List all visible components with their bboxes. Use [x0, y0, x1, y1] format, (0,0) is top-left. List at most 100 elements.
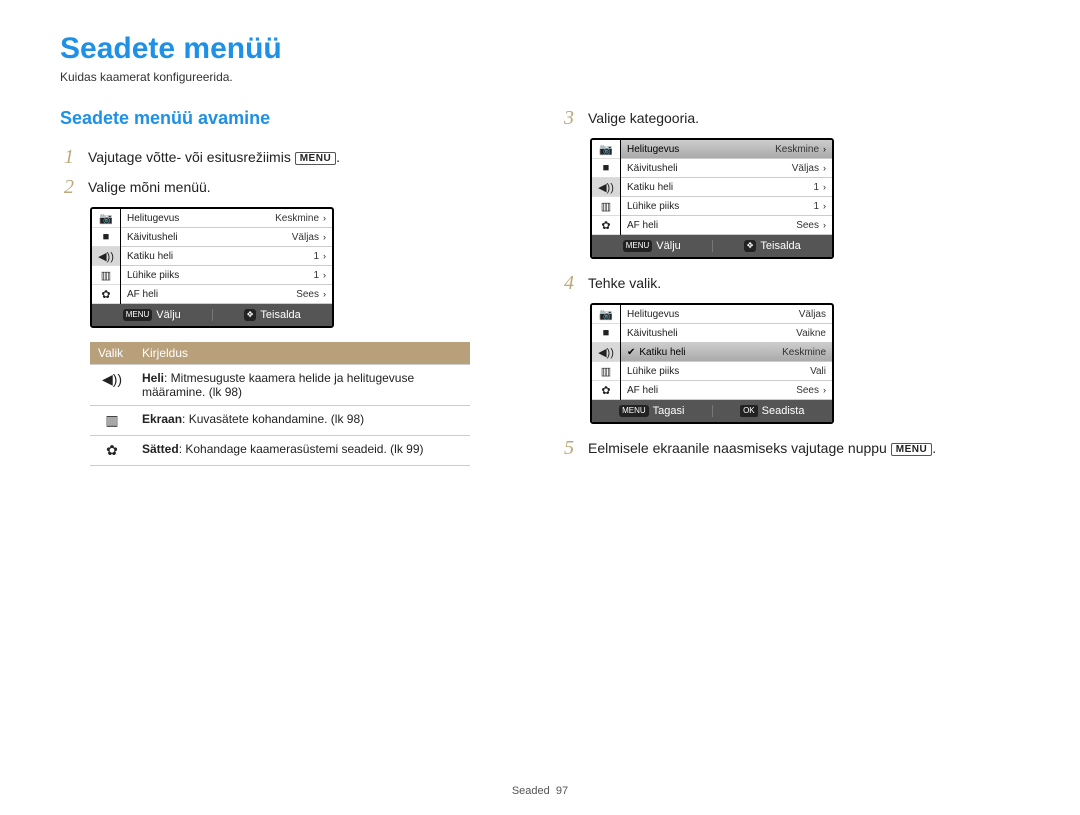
cam-list: HelitugevusKeskmine›KäivitusheliVäljas›K… — [621, 140, 832, 235]
cam-row-label: Lühike piiks — [627, 366, 810, 377]
page: Seadete menüü Kuidas kaamerat konfiguree… — [0, 0, 1080, 815]
col-header-desc: Kirjeldus — [134, 342, 470, 365]
gear-icon: ✿ — [92, 285, 120, 304]
cam-row-label: Helitugevus — [627, 309, 799, 320]
menu-button-icon: MENU — [891, 443, 932, 456]
step-number: 3 — [560, 108, 578, 128]
cam-menu-row: HelitugevusVäljas — [621, 305, 832, 324]
nav-pill: ✥ — [244, 309, 257, 321]
cam-row-label: Lühike piiks — [127, 270, 313, 281]
screen-icon: ▥ — [592, 362, 620, 381]
cam-row-label: Helitugevus — [627, 144, 775, 155]
video-icon: ■ — [92, 228, 120, 247]
cam-row-value: Keskmine — [775, 144, 819, 155]
chevron-right-icon: › — [823, 163, 826, 173]
option-icon: ▥ — [90, 406, 134, 436]
columns: Seadete menüü avamine 1 Vajutage võtte- … — [60, 108, 1020, 468]
cam-row-label: Katiku heli — [127, 251, 313, 262]
sound-icon: ◀)) — [592, 343, 620, 362]
step-2: 2 Valige mõni menüü. — [60, 177, 520, 197]
chevron-right-icon: › — [323, 232, 326, 242]
menu-pill: MENU — [123, 309, 153, 321]
cam-menu-row: Lühike piiks1› — [621, 197, 832, 216]
gear-icon: ✿ — [592, 381, 620, 400]
option-icon: ◀)) — [90, 365, 134, 406]
cam-menu-row: Lühike piiksVali — [621, 362, 832, 381]
option-desc: Heli: Mitmesuguste kaamera helide ja hel… — [134, 365, 470, 406]
video-icon: ■ — [592, 324, 620, 343]
chevron-right-icon: › — [823, 220, 826, 230]
table-row: ▥Ekraan: Kuvasätete kohandamine. (lk 98) — [90, 406, 470, 436]
cam-row-label: AF heli — [627, 220, 796, 231]
cam-row-label: AF heli — [627, 385, 796, 396]
step-1: 1 Vajutage võtte- või esitusrežiimis MEN… — [60, 147, 520, 167]
chevron-right-icon: › — [323, 270, 326, 280]
cam-list: HelitugevusVäljasKäivitusheliVaikne✔Kati… — [621, 305, 832, 400]
cam-menu-row: ✔ Katiku heliKeskmine — [621, 343, 832, 362]
option-icon: ✿ — [90, 436, 134, 466]
col-header-option: Valik — [90, 342, 134, 365]
cam-row-value: Keskmine — [782, 347, 826, 358]
cam-footer-bar: MENUTagasi OKSeadista — [592, 400, 832, 422]
cam-row-label: Käivitusheli — [127, 232, 292, 243]
menu-pill: MENU — [623, 240, 653, 252]
screen-icon: ▥ — [92, 266, 120, 285]
nav-pill: ✥ — [744, 240, 757, 252]
cam-row-label: AF heli — [127, 289, 296, 300]
cam-menu-row: Lühike piiks1› — [121, 266, 332, 285]
step-4: 4 Tehke valik. — [560, 273, 1020, 293]
cam-menu-row: AF heliSees› — [621, 216, 832, 235]
cam-row-value: Sees — [796, 385, 819, 396]
camera-icon: 📷 — [592, 140, 620, 159]
table-row: ◀))Heli: Mitmesuguste kaamera helide ja … — [90, 365, 470, 406]
step-3: 3 Valige kategooria. — [560, 108, 1020, 128]
cam-row-value: Vaikne — [796, 328, 826, 339]
option-desc: Sätted: Kohandage kaamerasüstemi seadeid… — [134, 436, 470, 466]
camera-screenshot-2: 📷 ■ ◀)) ▥ ✿ HelitugevusKeskmine›Käivitus… — [590, 138, 834, 259]
cam-row-value: Väljas — [292, 232, 319, 243]
step-text: Vajutage võtte- või esitusrežiimis MENU. — [88, 147, 340, 165]
cam-menu-row: AF heliSees› — [621, 381, 832, 400]
left-column: Seadete menüü avamine 1 Vajutage võtte- … — [60, 108, 520, 468]
menu-pill: MENU — [619, 405, 649, 417]
cam-side-icons: 📷 ■ ◀)) ▥ ✿ — [592, 305, 621, 400]
step-text: Eelmisele ekraanile naasmiseks vajutage … — [588, 438, 936, 456]
cam-row-value: 1 — [813, 182, 819, 193]
step-text: Tehke valik. — [588, 273, 661, 291]
step-text: Valige kategooria. — [588, 108, 699, 126]
camera-screenshot-1: 📷 ■ ◀)) ▥ ✿ HelitugevusKeskmine›Käivitus… — [90, 207, 334, 328]
page-subtitle: Kuidas kaamerat konfigureerida. — [60, 70, 1020, 84]
chevron-right-icon: › — [823, 144, 826, 154]
table-row: ✿Sätted: Kohandage kaamerasüstemi seadei… — [90, 436, 470, 466]
cam-row-value: 1 — [813, 201, 819, 212]
step-number: 5 — [560, 438, 578, 458]
cam-row-label: Lühike piiks — [627, 201, 813, 212]
cam-row-label: Helitugevus — [127, 213, 275, 224]
cam-row-value: Väljas — [799, 309, 826, 320]
cam-row-label: Käivitusheli — [627, 328, 796, 339]
cam-menu-row: Katiku heli1› — [121, 247, 332, 266]
cam-row-label: Katiku heli — [627, 182, 813, 193]
ok-pill: OK — [740, 405, 758, 417]
cam-row-label: Käivitusheli — [627, 163, 792, 174]
step-number: 4 — [560, 273, 578, 293]
video-icon: ■ — [592, 159, 620, 178]
step-5: 5 Eelmisele ekraanile naasmiseks vajutag… — [560, 438, 1020, 458]
camera-icon: 📷 — [92, 209, 120, 228]
chevron-right-icon: › — [323, 289, 326, 299]
step-text: Valige mõni menüü. — [88, 177, 211, 195]
cam-row-label: Katiku heli — [639, 347, 782, 358]
chevron-right-icon: › — [823, 182, 826, 192]
cam-menu-row: KäivitusheliVäljas › — [621, 159, 832, 178]
right-column: 3 Valige kategooria. 📷 ■ ◀)) ▥ ✿ Helitug… — [560, 108, 1020, 468]
menu-button-icon: MENU — [295, 152, 336, 165]
cam-menu-row: Katiku heli1 › — [621, 178, 832, 197]
cam-row-value: Väljas — [792, 163, 819, 174]
chevron-right-icon: › — [323, 213, 326, 223]
option-desc: Ekraan: Kuvasätete kohandamine. (lk 98) — [134, 406, 470, 436]
cam-menu-row: AF heliSees› — [121, 285, 332, 304]
camera-screenshot-3: 📷 ■ ◀)) ▥ ✿ HelitugevusVäljasKäivitushel… — [590, 303, 834, 424]
check-icon: ✔ — [627, 347, 635, 358]
page-footer: Seaded 97 — [0, 785, 1080, 797]
cam-list: HelitugevusKeskmine›KäivitusheliVäljas›K… — [121, 209, 332, 304]
